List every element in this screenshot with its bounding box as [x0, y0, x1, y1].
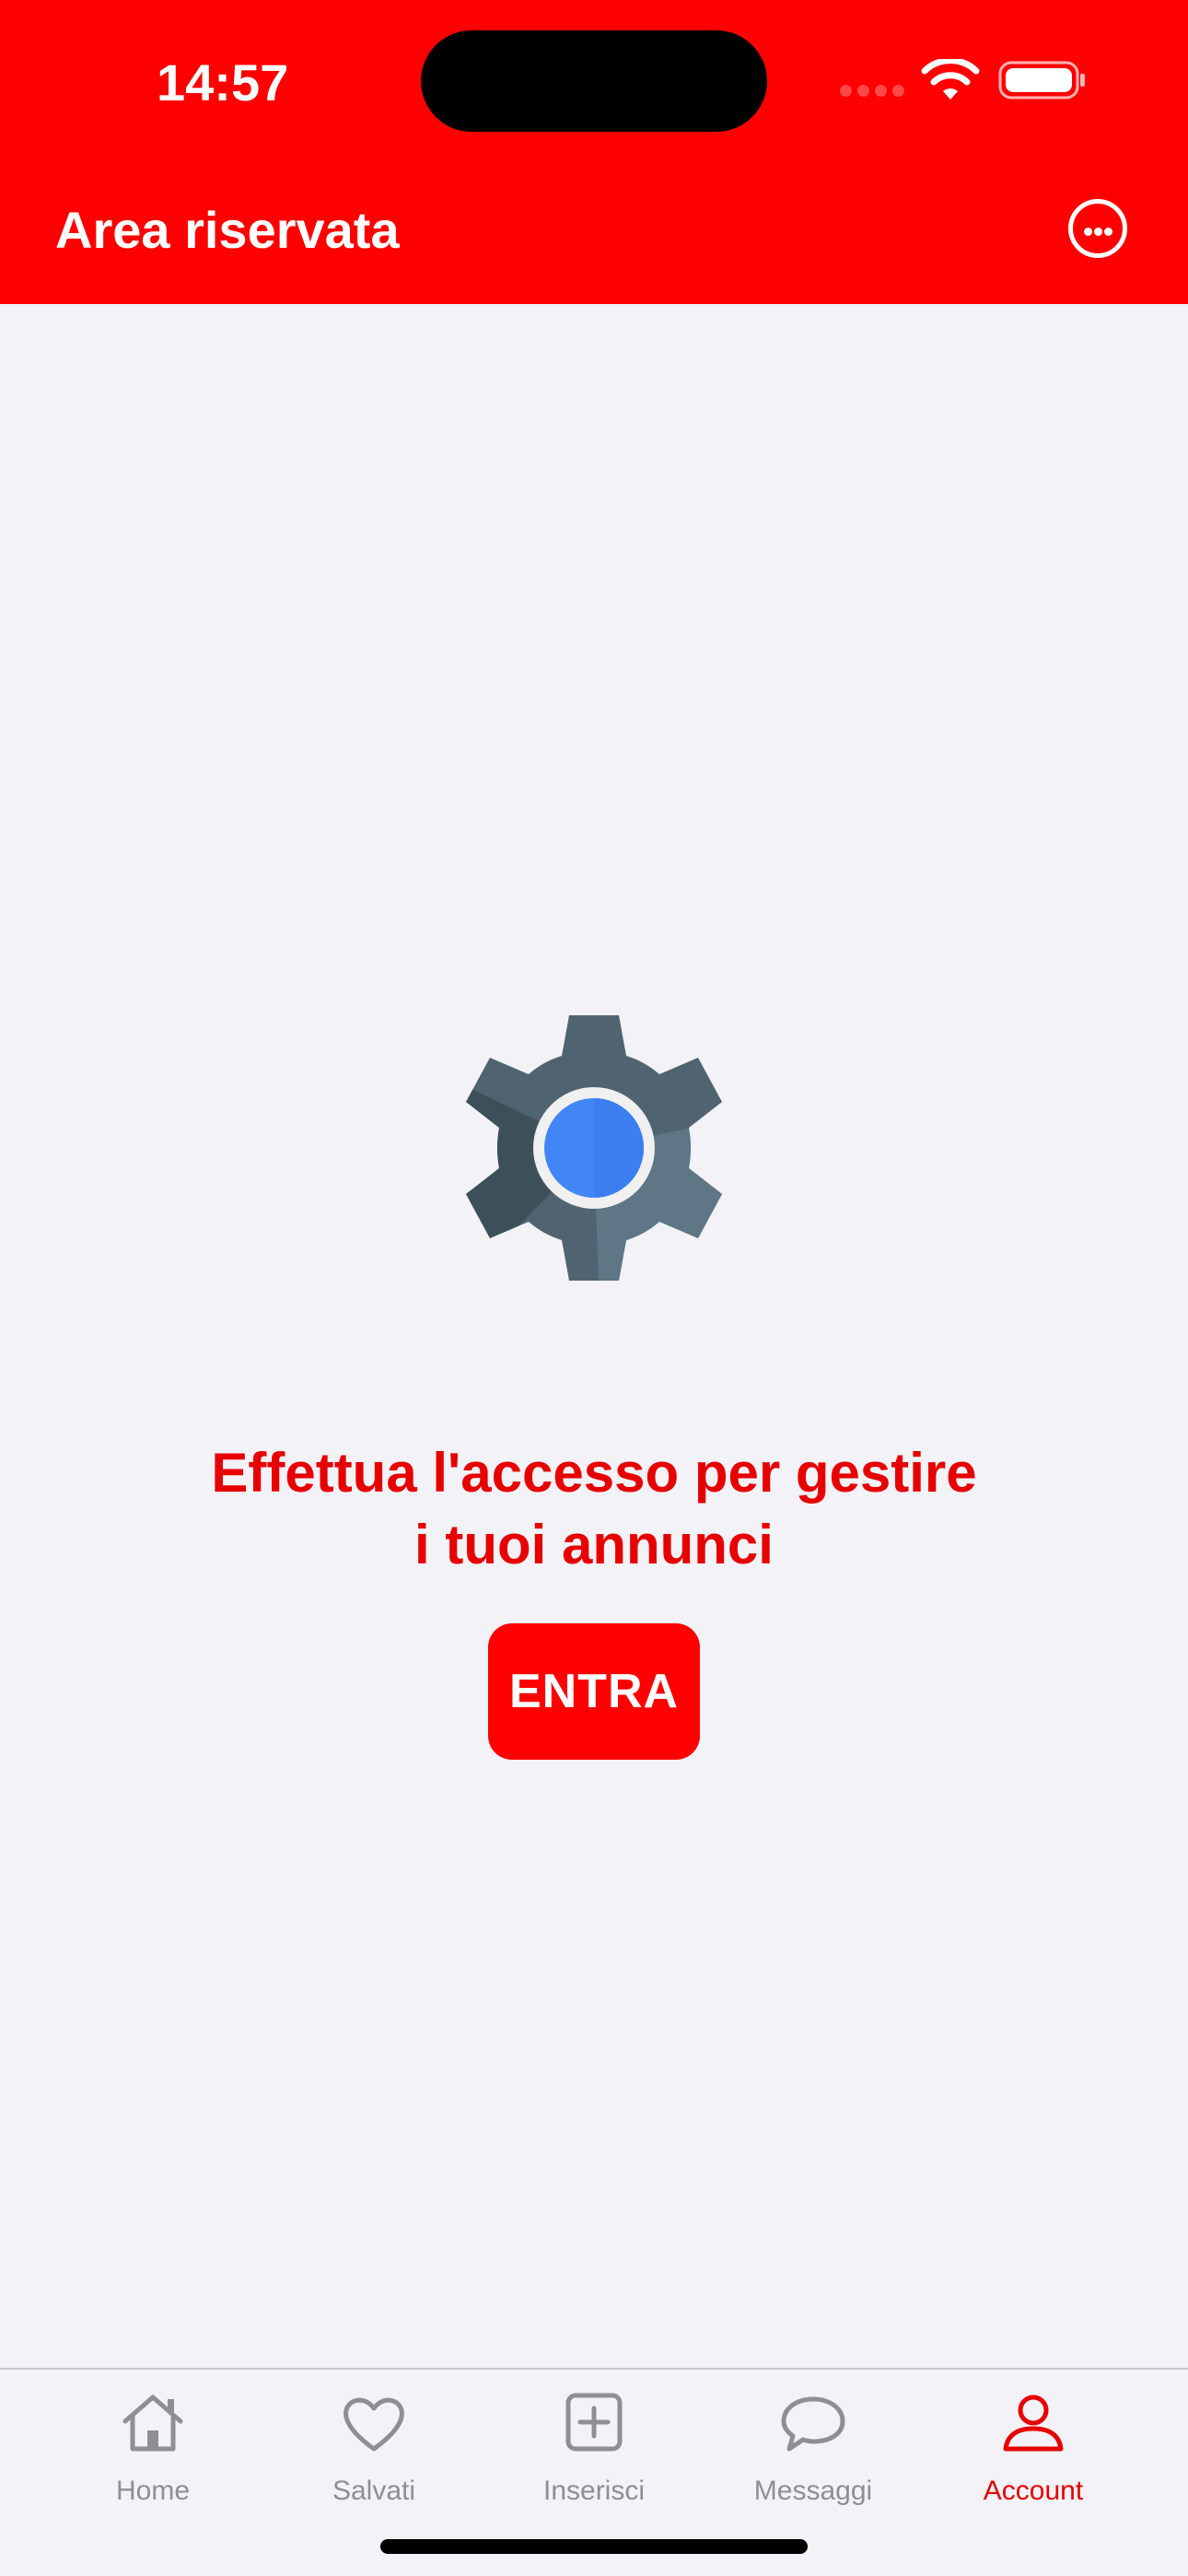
login-prompt-line-2: i tuoi annunci: [414, 1514, 774, 1575]
tab-account[interactable]: Account: [932, 2388, 1135, 2517]
more-options-button[interactable]: [1068, 199, 1127, 258]
tab-messages-label: Messaggi: [753, 2476, 873, 2506]
tab-messages[interactable]: Messaggi: [712, 2388, 914, 2517]
tab-saved[interactable]: Salvati: [273, 2388, 475, 2517]
login-prompt-line-1: Effettua l'accesso per gestire: [211, 1442, 977, 1504]
person-icon: [1003, 2395, 1064, 2452]
tab-account-label: Account: [983, 2476, 1084, 2506]
tab-insert[interactable]: Inserisci: [493, 2388, 695, 2517]
tab-home[interactable]: Home: [52, 2388, 254, 2517]
header-bar: 14:57 Area riservata: [0, 0, 1188, 304]
plus-square-icon: [565, 2393, 623, 2452]
home-indicator[interactable]: [380, 2539, 808, 2554]
tab-insert-label: Inserisci: [542, 2476, 646, 2506]
dynamic-island: [421, 30, 767, 132]
login-prompt-message: Effettua l'accesso per gestire i tuoi an…: [134, 1437, 1054, 1581]
home-icon: [122, 2395, 183, 2452]
tab-home-label: Home: [115, 2476, 191, 2506]
chat-bubble-icon: [781, 2396, 845, 2452]
enter-button[interactable]: ENTRA: [488, 1623, 700, 1760]
page-title: Area riservata: [55, 201, 400, 259]
battery-icon: [998, 61, 1085, 100]
settings-gear-icon: [466, 1015, 722, 1281]
tab-saved-label: Salvati: [332, 2476, 416, 2506]
heart-icon: [344, 2397, 404, 2452]
status-time: 14:57: [157, 53, 289, 111]
cellular-signal-icon: [840, 85, 904, 98]
wifi-icon: [921, 59, 980, 100]
